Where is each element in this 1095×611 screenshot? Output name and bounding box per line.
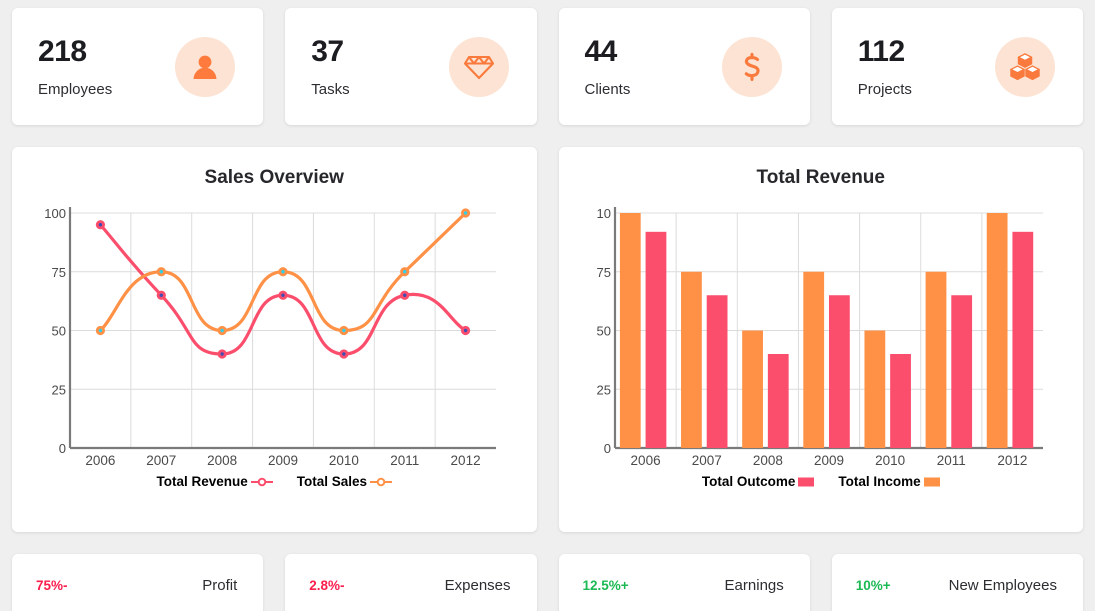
svg-text:2006: 2006 [86,453,116,468]
stat-value: 37 [311,35,344,68]
legend-item-total-revenue[interactable]: Total Revenue [156,474,273,489]
svg-text:2007: 2007 [147,453,177,468]
svg-text:75: 75 [52,265,66,280]
svg-text:0: 0 [59,441,66,456]
sales-overview-chart: 0 25 50 75 100 2006 2007 2008 2009 2010 2011 2012 [45,206,497,468]
svg-text:2009: 2009 [814,453,844,468]
line-marker-icon [250,477,273,486]
metric-value: 2.8%- [309,577,345,593]
svg-text:2011: 2011 [390,453,419,468]
svg-text:2012: 2012 [451,453,481,468]
svg-text:2006: 2006 [630,453,660,468]
svg-text:100: 100 [45,206,67,221]
metric-value: 10%+ [855,577,891,593]
svg-text:2007: 2007 [691,453,721,468]
line-marker-icon [370,477,393,486]
metric-card-profit[interactable]: 75%- Profit [12,554,264,611]
svg-text:25: 25 [596,382,610,397]
legend-label: Total Income [838,474,921,489]
stat-text: 218 Employees [38,35,112,98]
legend-label: Total Outcome [701,474,796,489]
svg-text:75: 75 [596,265,610,280]
metric-label: New Employees [948,576,1057,594]
stat-label: Tasks [311,81,350,98]
stat-text: 44 Clients [585,35,631,98]
stat-value: 112 [857,35,905,68]
metric-label: Expenses [444,576,511,594]
legend-item-total-outcome[interactable]: Total Outcome [702,474,815,489]
chart-title: Sales Overview [204,167,344,188]
svg-text:2009: 2009 [268,453,298,468]
metric-value: 12.5%+ [582,577,629,593]
swatch-icon [923,477,940,486]
dollar-icon [721,36,782,97]
chart-legend: Total Outcome Total Income [702,474,940,489]
metric-label: Profit [202,576,238,594]
svg-text:50: 50 [52,324,66,339]
svg-text:10: 10 [596,206,610,221]
chart-title: Total Revenue [756,167,885,188]
metric-card-expenses[interactable]: 2.8%- Expenses [285,554,537,611]
stat-text: 112 Projects [858,35,912,98]
legend-label: Total Revenue [156,474,248,489]
svg-text:0: 0 [604,441,611,456]
total-revenue-card: Total Revenue 0 25 50 75 10 2006 2007 2008 2009 2… [558,147,1083,532]
metric-label: Earnings [724,576,784,594]
svg-text:50: 50 [596,324,610,339]
svg-text:2008: 2008 [207,453,237,468]
svg-text:25: 25 [52,382,66,397]
stat-label: Employees [38,81,113,98]
stat-card-projects[interactable]: 112 Projects [831,8,1083,125]
total-revenue-chart: 0 25 50 75 10 2006 2007 2008 2009 2010 2011 2012 [596,206,1043,468]
stat-text: 37 Tasks [311,35,349,98]
stat-card-clients[interactable]: 44 Clients [558,8,810,125]
stat-label: Clients [584,81,631,98]
stats-row: 218 Employees 37 Tasks 44 Clients 112 Pr… [12,0,1083,125]
metric-card-earnings[interactable]: 12.5%+ Earnings [558,554,810,611]
swatch-icon [798,477,815,486]
svg-text:2011: 2011 [937,453,966,468]
metrics-row: 75%- Profit 2.8%- Expenses 12.5%+ Earnin… [12,554,1083,611]
sales-overview-card: Sales Overview 0 25 50 75 100 2006 2007 2008 200… [12,147,537,532]
svg-text:2008: 2008 [753,453,783,468]
metric-value: 75%- [36,577,68,593]
legend-label: Total Sales [296,474,368,489]
gem-icon [448,36,509,97]
legend-item-total-sales[interactable]: Total Sales [296,474,393,489]
stat-card-employees[interactable]: 218 Employees [12,8,264,125]
dashboard-page: 218 Employees 37 Tasks 44 Clients 112 Pr… [0,0,1095,611]
stat-label: Projects [857,81,912,98]
stat-value: 218 [38,35,87,68]
svg-text:2012: 2012 [997,453,1027,468]
stat-card-tasks[interactable]: 37 Tasks [285,8,537,125]
person-icon [175,36,236,97]
legend-item-total-income[interactable]: Total Income [838,474,940,489]
cubes-icon [995,36,1055,97]
charts-row: Sales Overview 0 25 50 75 100 2006 2007 2008 200… [12,147,1083,532]
chart-legend: Total Revenue Total Sales [156,474,393,489]
svg-text:2010: 2010 [329,453,359,468]
svg-text:2010: 2010 [875,453,905,468]
stat-value: 44 [584,35,618,68]
metric-card-new-employees[interactable]: 10%+ New Employees [831,554,1083,611]
